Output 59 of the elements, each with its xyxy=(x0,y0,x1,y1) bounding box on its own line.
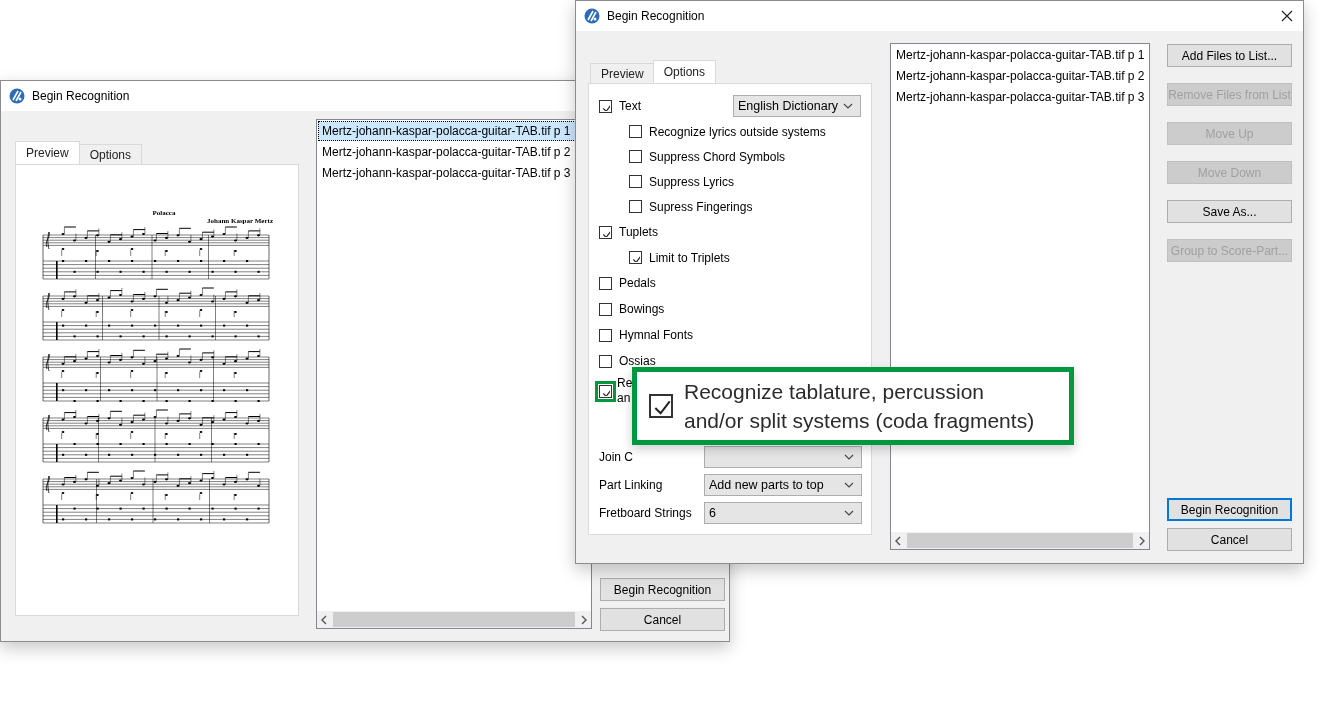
app-logo-icon xyxy=(9,88,25,104)
checkbox-label: Supress Fingerings xyxy=(649,199,753,214)
tab[interactable]: Options xyxy=(78,144,143,164)
button[interactable]: Save As... xyxy=(1167,200,1292,223)
dropdown[interactable]: 6 xyxy=(704,502,862,524)
file-list[interactable]: Mertz-johann-kaspar-polacca-guitar-TAB.tif p 1 Mertz-johann-kaspar-polacca-guitar-TAB.tif p 2 Mertz-johann-kaspar-polacca-guitar-TAB.tif p 3 xyxy=(316,119,592,629)
window-title: Begin Recognition xyxy=(32,89,131,103)
checkbox[interactable] xyxy=(599,302,612,316)
field-label: Join C xyxy=(599,450,634,464)
checkbox[interactable] xyxy=(629,150,642,163)
checkbox-label: Tuplets xyxy=(619,225,658,239)
scroll-right-icon[interactable] xyxy=(1138,534,1146,547)
checkbox[interactable] xyxy=(599,354,612,368)
button[interactable]: Cancel xyxy=(1167,528,1292,551)
checkbox-label: Re an xyxy=(617,376,633,406)
field-label: Part Linking xyxy=(599,478,664,492)
checkbox-label: Suppress Lyrics xyxy=(649,174,734,189)
checkbox[interactable] xyxy=(599,276,612,290)
button[interactable]: Begin Recognition xyxy=(1167,498,1292,521)
checkbox-label: Ossias xyxy=(619,354,656,368)
file-list-item[interactable]: Mertz-johann-kaspar-polacca-guitar-TAB.tif p 2 xyxy=(892,66,1148,86)
checkbox[interactable] xyxy=(629,175,642,188)
horizontal-scrollbar[interactable] xyxy=(891,532,1149,549)
scroll-right-icon[interactable] xyxy=(580,613,588,626)
close-icon[interactable] xyxy=(1281,10,1293,22)
checkbox-label: Pedals xyxy=(619,276,656,290)
horizontal-scrollbar[interactable] xyxy=(317,611,591,628)
checkbox[interactable] xyxy=(629,251,642,264)
tab[interactable]: Preview xyxy=(15,141,80,164)
tab[interactable]: Preview xyxy=(590,63,655,83)
tab[interactable]: Options xyxy=(652,60,717,83)
chevron-down-icon xyxy=(843,103,853,109)
window-title: Begin Recognition xyxy=(607,9,706,23)
checkbox-label: Limit to Triplets xyxy=(649,250,730,265)
checkbox-label: Suppress Chord Symbols xyxy=(649,149,786,164)
dropdown[interactable]: Add new parts to top xyxy=(704,474,862,496)
checkbox-label: Recognize lyrics outside systems xyxy=(649,124,826,139)
dropdown[interactable]: English Dictionary xyxy=(733,95,861,117)
chevron-down-icon xyxy=(844,482,854,488)
checkbox-label: Text xyxy=(619,99,641,113)
checkbox-label: Hymnal Fonts xyxy=(619,328,694,342)
checkbox[interactable] xyxy=(649,394,673,418)
checkbox[interactable] xyxy=(599,99,612,113)
button[interactable]: Begin Recognition xyxy=(600,578,725,601)
chevron-down-icon xyxy=(844,454,854,460)
checkbox-label: Bowings xyxy=(619,302,665,316)
file-list-item[interactable]: Mertz-johann-kaspar-polacca-guitar-TAB.tif p 1 xyxy=(892,45,1148,65)
button[interactable]: Cancel xyxy=(600,608,725,631)
file-list-item[interactable]: Mertz-johann-kaspar-polacca-guitar-TAB.tif p 3 xyxy=(892,87,1148,107)
chevron-down-icon xyxy=(844,510,854,516)
checkbox[interactable] xyxy=(599,225,612,239)
checkbox[interactable] xyxy=(599,328,612,342)
scroll-left-icon[interactable] xyxy=(894,534,902,547)
checkbox[interactable] xyxy=(629,200,642,213)
app-logo-icon xyxy=(584,8,600,24)
button[interactable]: Add Files to List... xyxy=(1167,44,1292,67)
checkbox[interactable] xyxy=(629,125,642,138)
scroll-left-icon[interactable] xyxy=(320,613,328,626)
field-label: Fretboard Strings xyxy=(599,506,693,520)
